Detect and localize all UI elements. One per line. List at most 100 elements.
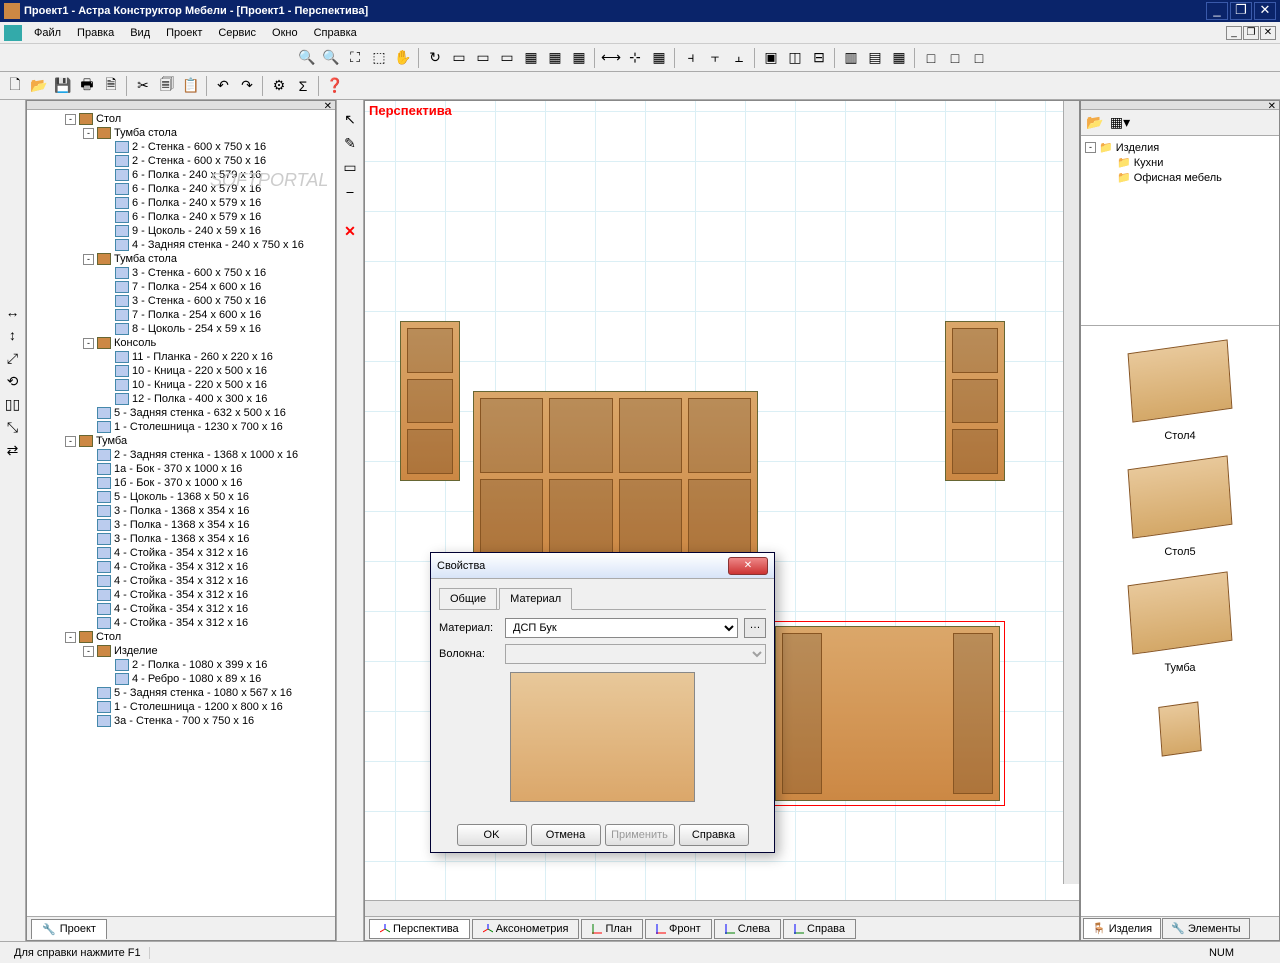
tree-node[interactable]: 8 - Цоколь - 254 x 59 x 16 — [29, 322, 333, 336]
tree-node[interactable]: -Тумба стола — [29, 252, 333, 266]
tree-node[interactable]: 11 - Планка - 260 x 220 x 16 — [29, 350, 333, 364]
mirror-icon[interactable]: ▯▯ — [2, 393, 24, 415]
tree-node[interactable]: -Консоль — [29, 336, 333, 350]
print-icon[interactable]: 🖶 — [76, 75, 98, 97]
scale-icon[interactable]: ⤡ — [2, 416, 24, 438]
tree-node[interactable]: 3 - Полка - 1368 x 354 x 16 — [29, 504, 333, 518]
panel-close-icon[interactable]: ✕ — [324, 101, 332, 109]
child-restore[interactable]: ❐ — [1243, 26, 1259, 40]
rotate-icon[interactable]: ↻ — [424, 47, 446, 69]
thumb-item-4[interactable] — [1120, 684, 1240, 778]
zoom-in-icon[interactable]: 🔍 — [296, 47, 318, 69]
tree-node[interactable]: 6 - Полка - 240 x 579 x 16 — [29, 168, 333, 182]
new-icon[interactable]: 🗋 — [4, 75, 26, 97]
tab-material[interactable]: Материал — [499, 588, 572, 610]
open-icon[interactable]: 📂 — [28, 75, 50, 97]
help-icon[interactable]: ❓ — [324, 75, 346, 97]
thumb-stol4[interactable]: Стол4 — [1120, 336, 1240, 442]
menu-file[interactable]: Файл — [26, 25, 69, 41]
cut-icon[interactable]: ✂ — [132, 75, 154, 97]
tree-node[interactable]: 7 - Полка - 254 x 600 x 16 — [29, 280, 333, 294]
layout-2-icon[interactable]: ◫ — [784, 47, 806, 69]
lib-open-icon[interactable]: 📂 — [1084, 112, 1106, 134]
tree-node[interactable]: 4 - Ребро - 1080 x 89 x 16 — [29, 672, 333, 686]
tree-node[interactable]: 1б - Бок - 370 x 1000 x 16 — [29, 476, 333, 490]
tree-node[interactable]: 6 - Полка - 240 x 579 x 16 — [29, 196, 333, 210]
library-thumbnails[interactable]: Стол4 Стол5 Тумба — [1081, 326, 1279, 916]
tree-node[interactable]: 4 - Стойка - 354 x 312 x 16 — [29, 560, 333, 574]
help-button[interactable]: Справка — [679, 824, 749, 846]
tree-node[interactable]: 3 - Стенка - 600 x 750 x 16 — [29, 266, 333, 280]
menu-project[interactable]: Проект — [158, 25, 210, 41]
tree-node[interactable]: 5 - Задняя стенка - 1080 x 567 x 16 — [29, 686, 333, 700]
viewport-hscroll[interactable] — [365, 900, 1079, 916]
tree-node[interactable]: 2 - Полка - 1080 x 399 x 16 — [29, 658, 333, 672]
snap-icon[interactable]: ⊹ — [624, 47, 646, 69]
paste-icon[interactable]: 📋 — [180, 75, 202, 97]
tree-node[interactable]: 4 - Стойка - 354 x 312 x 16 — [29, 616, 333, 630]
cancel-button[interactable]: Отмена — [531, 824, 601, 846]
tree-node[interactable]: 1а - Бок - 370 x 1000 x 16 — [29, 462, 333, 476]
tree-node[interactable]: 1 - Столешница - 1230 x 700 x 16 — [29, 420, 333, 434]
thumb-stol5[interactable]: Стол5 — [1120, 452, 1240, 558]
grid-icon[interactable]: ▦ — [648, 47, 670, 69]
tree-node[interactable]: 3 - Полка - 1368 x 354 x 16 — [29, 518, 333, 532]
minimize-button[interactable]: _ — [1206, 2, 1228, 20]
window-1-icon[interactable]: □ — [920, 47, 942, 69]
cabinet-left[interactable] — [400, 321, 460, 481]
tab-left[interactable]: Слева — [714, 919, 781, 939]
tree-node[interactable]: 5 - Цоколь - 1368 x 50 x 16 — [29, 490, 333, 504]
tree-node[interactable]: 7 - Полка - 254 x 600 x 16 — [29, 308, 333, 322]
tree-node[interactable]: 4 - Задняя стенка - 240 x 750 x 16 — [29, 238, 333, 252]
dim-icon[interactable]: ⟷ — [600, 47, 622, 69]
tree-node[interactable]: 1 - Столешница - 1200 x 800 x 16 — [29, 700, 333, 714]
tree-node[interactable]: 12 - Полка - 400 x 300 x 16 — [29, 392, 333, 406]
tree-node[interactable]: 2 - Стенка - 600 x 750 x 16 — [29, 154, 333, 168]
tree-node[interactable]: 3а - Стенка - 700 x 750 x 16 — [29, 714, 333, 728]
zoom-window-icon[interactable]: ⬚ — [368, 47, 390, 69]
ok-button[interactable]: OK — [457, 824, 527, 846]
material-select[interactable]: ДСП Бук — [505, 618, 738, 638]
menu-help[interactable]: Справка — [306, 25, 365, 41]
tree-node[interactable]: -Стол — [29, 630, 333, 644]
sigma-icon[interactable]: Σ — [292, 75, 314, 97]
add-edge-icon[interactable]: ⎯ — [339, 180, 361, 202]
tree-node[interactable]: -Тумба — [29, 434, 333, 448]
preview-icon[interactable]: 🗎 — [100, 75, 122, 97]
menu-window[interactable]: Окно — [264, 25, 306, 41]
move-y-icon[interactable]: ↕ — [2, 324, 24, 346]
tab-right[interactable]: Справа — [783, 919, 856, 939]
zoom-fit-icon[interactable]: ⛶ — [344, 47, 366, 69]
tree-node[interactable]: 4 - Стойка - 354 x 312 x 16 — [29, 546, 333, 560]
align-left-icon[interactable]: ⫞ — [680, 47, 702, 69]
cabinet-center[interactable] — [473, 391, 758, 561]
tab-front[interactable]: Фронт — [645, 919, 712, 939]
thumb-tumba[interactable]: Тумба — [1120, 568, 1240, 674]
view-front-icon[interactable]: ▭ — [448, 47, 470, 69]
viewport-vscroll[interactable] — [1063, 101, 1079, 884]
dialog-close-button[interactable]: ✕ — [728, 557, 768, 575]
tab-project[interactable]: 🔧Проект — [31, 919, 107, 939]
window-3-icon[interactable]: □ — [968, 47, 990, 69]
align-right-icon[interactable]: ⫟ — [704, 47, 726, 69]
move-x-icon[interactable]: ↔ — [2, 301, 24, 323]
project-tree[interactable]: -Стол -Тумба стола 2 - Стенка - 600 x 750 … — [27, 110, 335, 916]
tree-node[interactable]: 10 - Кница - 220 x 500 x 16 — [29, 364, 333, 378]
tree-node[interactable]: 4 - Стойка - 354 x 312 x 16 — [29, 574, 333, 588]
redo-icon[interactable]: ↷ — [236, 75, 258, 97]
tree-node[interactable]: 4 - Стойка - 354 x 312 x 16 — [29, 602, 333, 616]
layout-1-icon[interactable]: ▣ — [760, 47, 782, 69]
zoom-out-icon[interactable]: 🔍 — [320, 47, 342, 69]
wireframe-icon[interactable]: ▦ — [520, 47, 542, 69]
apply-button[interactable]: Применить — [605, 824, 675, 846]
tab-plan[interactable]: План — [581, 919, 643, 939]
move-z-icon[interactable]: ⤢ — [2, 347, 24, 369]
library-tree[interactable]: -📁 Изделия 📁 Кухни 📁 Офисная мебель — [1081, 136, 1279, 326]
grain-select[interactable] — [505, 644, 766, 664]
menu-service[interactable]: Сервис — [210, 25, 264, 41]
menu-view[interactable]: Вид — [122, 25, 158, 41]
tree-node[interactable]: 2 - Задняя стенка - 1368 x 1000 x 16 — [29, 448, 333, 462]
tree-icon[interactable]: ⚙ — [268, 75, 290, 97]
shaded-icon[interactable]: ▦ — [544, 47, 566, 69]
tree-node[interactable]: 9 - Цоколь - 240 x 59 x 16 — [29, 224, 333, 238]
